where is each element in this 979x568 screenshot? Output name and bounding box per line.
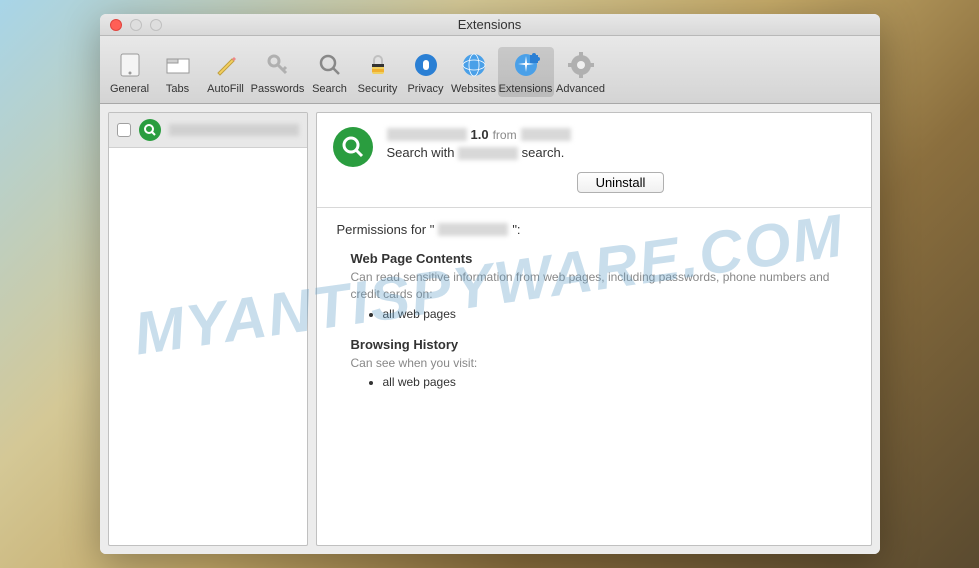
toolbar: General Tabs AutoFill Passwords Search (100, 36, 880, 104)
perm-desc: Can see when you visit: (351, 355, 851, 372)
uninstall-row: Uninstall (387, 172, 855, 193)
extension-version: 1.0 (471, 127, 489, 142)
desc-prefix: Search with (387, 145, 455, 160)
extension-author-redacted (521, 128, 571, 141)
privacy-icon (410, 49, 442, 81)
permission-browsing-history: Browsing History Can see when you visit:… (351, 337, 851, 390)
tab-label: Passwords (251, 83, 305, 95)
perm-title: Browsing History (351, 337, 851, 352)
extensions-icon (510, 49, 542, 81)
tab-websites[interactable]: Websites (450, 47, 498, 97)
tab-passwords[interactable]: Passwords (250, 47, 306, 97)
globe-icon (458, 49, 490, 81)
general-icon (114, 49, 146, 81)
extension-detail-icon (333, 127, 373, 167)
tab-label: Search (312, 83, 347, 95)
perm-list: all web pages (383, 375, 851, 389)
traffic-lights (100, 19, 162, 31)
tab-privacy[interactable]: Privacy (402, 47, 450, 97)
window-title: Extensions (458, 17, 522, 32)
content-area: 1.0 from Search with search. Uninstall (100, 104, 880, 554)
extension-enable-checkbox[interactable] (117, 123, 131, 137)
detail-info: 1.0 from Search with search. Uninstall (387, 127, 855, 193)
tab-label: AutoFill (207, 83, 244, 95)
uninstall-button[interactable]: Uninstall (577, 172, 665, 193)
autofill-icon (210, 49, 242, 81)
perm-list-item: all web pages (383, 307, 851, 321)
extension-icon (139, 119, 161, 141)
tab-label: Advanced (556, 83, 605, 95)
tab-extensions[interactable]: Extensions (498, 47, 554, 97)
preferences-window: Extensions General Tabs AutoFill Passwor… (100, 14, 880, 554)
tab-label: Extensions (499, 83, 553, 95)
tabs-icon (162, 49, 194, 81)
permissions-section: Permissions for " ": Web Page Contents C… (317, 208, 871, 419)
perm-list-item: all web pages (383, 375, 851, 389)
perm-header-prefix: Permissions for " (337, 222, 435, 237)
gear-icon (565, 49, 597, 81)
tab-label: Privacy (407, 83, 443, 95)
detail-header: 1.0 from Search with search. Uninstall (317, 113, 871, 208)
tab-tabs[interactable]: Tabs (154, 47, 202, 97)
extension-description: Search with search. (387, 145, 855, 160)
tab-label: Tabs (166, 83, 189, 95)
desc-suffix: search. (522, 145, 565, 160)
detail-title-row: 1.0 from (387, 127, 855, 142)
extensions-sidebar (108, 112, 308, 546)
extension-name-redacted (169, 124, 299, 136)
titlebar: Extensions (100, 14, 880, 36)
tab-label: General (110, 83, 149, 95)
tab-label: Security (358, 83, 398, 95)
tab-advanced[interactable]: Advanced (554, 47, 608, 97)
permissions-header: Permissions for " ": (337, 222, 851, 237)
lock-icon (362, 49, 394, 81)
tab-security[interactable]: Security (354, 47, 402, 97)
extension-list-item[interactable] (109, 113, 307, 148)
permission-webpage-contents: Web Page Contents Can read sensitive inf… (351, 251, 851, 321)
tab-general[interactable]: General (106, 47, 154, 97)
tab-autofill[interactable]: AutoFill (202, 47, 250, 97)
extension-name-redacted (387, 128, 467, 141)
perm-list: all web pages (383, 307, 851, 321)
perm-desc: Can read sensitive information from web … (351, 269, 851, 303)
from-label: from (493, 128, 517, 142)
minimize-button[interactable] (130, 19, 142, 31)
perm-title: Web Page Contents (351, 251, 851, 266)
perm-name-redacted (438, 223, 508, 236)
perm-header-suffix: ": (512, 222, 520, 237)
key-icon (262, 49, 294, 81)
desc-redacted (458, 147, 518, 160)
close-button[interactable] (110, 19, 122, 31)
tab-label: Websites (451, 83, 496, 95)
tab-search[interactable]: Search (306, 47, 354, 97)
maximize-button[interactable] (150, 19, 162, 31)
extension-detail-panel: 1.0 from Search with search. Uninstall (316, 112, 872, 546)
search-icon (314, 49, 346, 81)
